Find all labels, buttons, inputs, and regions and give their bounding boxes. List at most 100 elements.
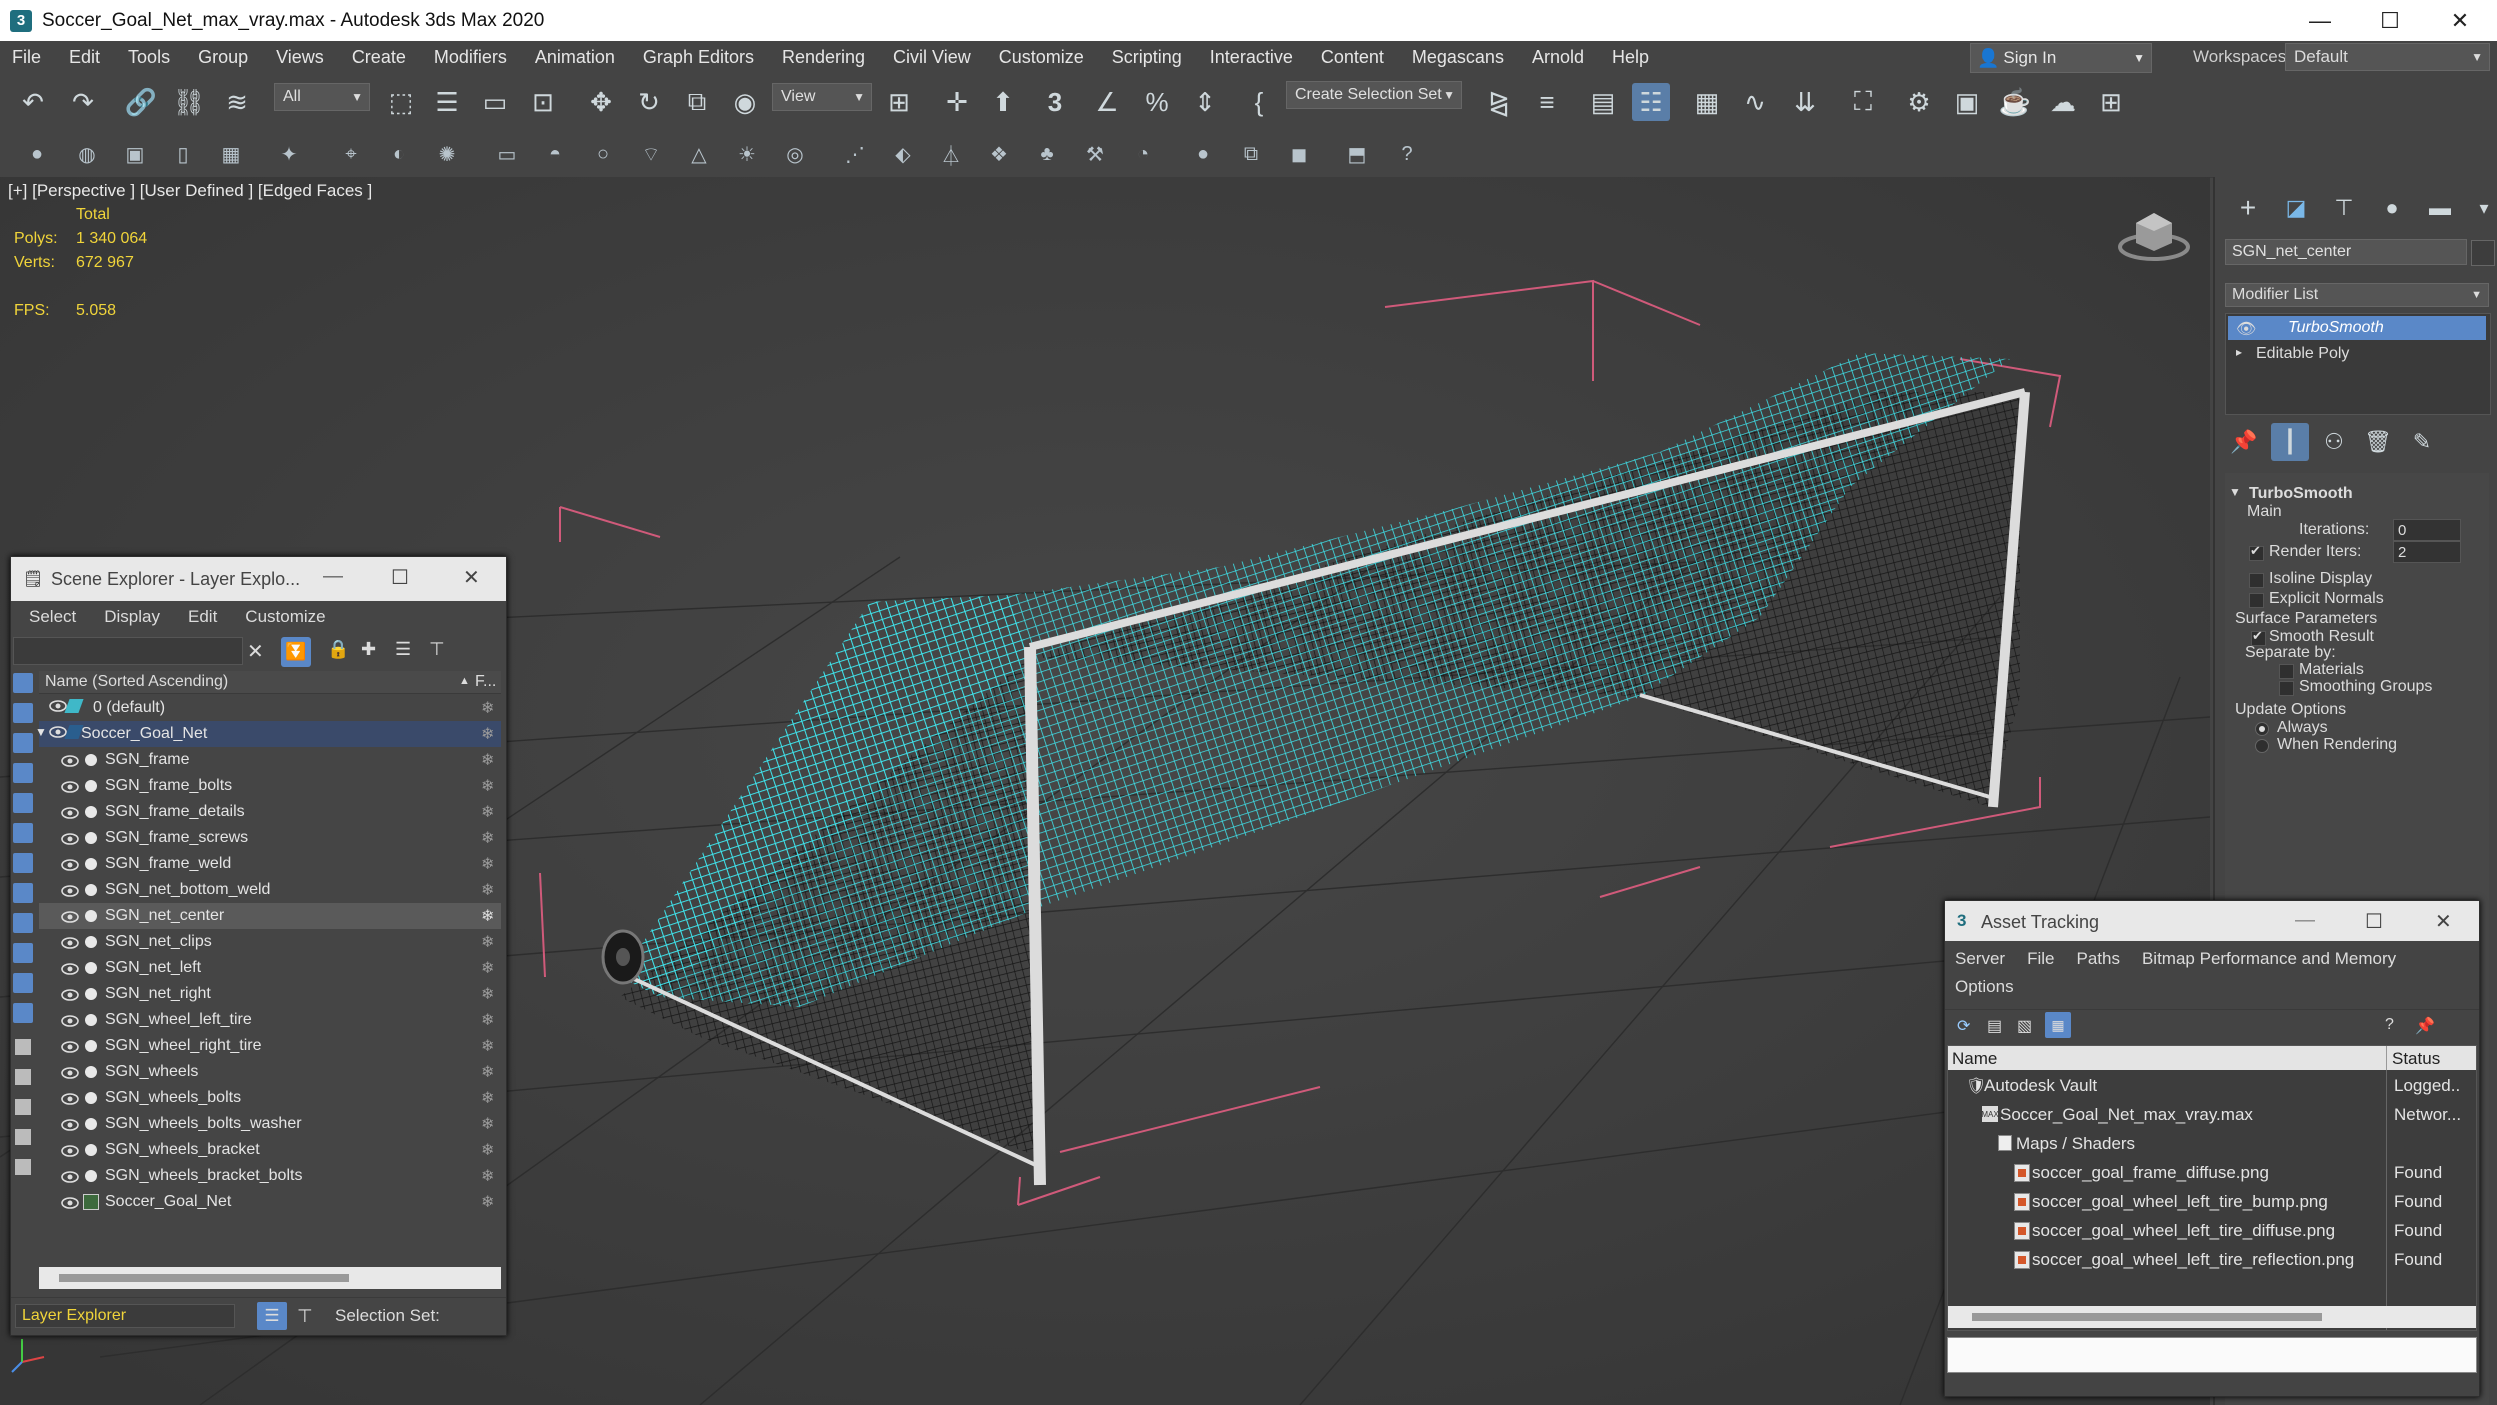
spinner-snap-icon[interactable]: ⇕ xyxy=(1186,83,1224,121)
freeze-icon[interactable]: ❄ xyxy=(481,880,494,900)
pin-stack-icon[interactable]: 📌 xyxy=(2225,423,2263,461)
redo-icon[interactable]: ↷ xyxy=(64,83,102,121)
menu-civil-view[interactable]: Civil View xyxy=(879,47,985,68)
eye-icon[interactable] xyxy=(61,858,79,871)
object-row[interactable]: SGN_net_left ❄ xyxy=(39,955,501,981)
vray-sun-icon[interactable]: ☀ xyxy=(732,139,762,169)
vray-render-icon[interactable]: ◼ xyxy=(1284,139,1314,169)
scene-search-input[interactable] xyxy=(13,637,243,665)
hierarchy-tab-icon[interactable]: ⊤ xyxy=(2325,189,2363,227)
select-manipulate-icon[interactable]: ✛ xyxy=(938,83,976,121)
render-dot-icon[interactable] xyxy=(85,884,97,896)
eye-icon[interactable] xyxy=(61,1040,79,1053)
align-icon[interactable]: ≡ xyxy=(1528,83,1566,121)
close-button[interactable]: ✕ xyxy=(2425,0,2495,41)
mirror-icon[interactable]: ⧎ xyxy=(1480,83,1518,121)
render-dot-icon[interactable] xyxy=(85,1040,97,1052)
render-dot-icon[interactable] xyxy=(85,780,97,792)
freeze-icon[interactable]: ❄ xyxy=(481,802,494,822)
render-dot-icon[interactable] xyxy=(85,1092,97,1104)
space-warp-icon[interactable]: ✺ xyxy=(432,139,462,169)
eye-icon[interactable] xyxy=(61,988,79,1001)
scene-menu-customize[interactable]: Customize xyxy=(245,607,325,627)
create-geometry-icon[interactable]: ● xyxy=(22,139,52,169)
eye-icon[interactable] xyxy=(61,910,79,923)
filter-icon[interactable]: ⏬ xyxy=(281,637,311,667)
asset-row[interactable]: MAX Soccer_Goal_Net_max_vray.max Networ.… xyxy=(1948,1101,2482,1130)
eye-icon[interactable] xyxy=(49,699,67,712)
render-dot-icon[interactable] xyxy=(85,1170,97,1182)
menu-views[interactable]: Views xyxy=(262,47,338,68)
eye-icon[interactable] xyxy=(61,1144,79,1157)
vray-proxy-icon[interactable]: ⬖ xyxy=(888,139,918,169)
render-dot-icon[interactable] xyxy=(85,1144,97,1156)
iterations-spinner[interactable]: 0 xyxy=(2393,519,2461,541)
object-row[interactable]: SGN_wheels ❄ xyxy=(39,1059,501,1085)
smoothing-groups-checkbox[interactable] xyxy=(2279,681,2294,696)
asset-row[interactable]: soccer_goal_wheel_left_tire_bump.png Fou… xyxy=(1948,1188,2482,1217)
display-influences-icon[interactable] xyxy=(15,1159,31,1175)
render-dot-icon[interactable] xyxy=(85,1014,97,1026)
eye-icon[interactable] xyxy=(61,1196,79,1209)
display-bones-icon[interactable] xyxy=(13,913,33,933)
show-end-result-icon[interactable]: ┃ xyxy=(2271,423,2309,461)
object-row[interactable]: SGN_frame_bolts ❄ xyxy=(39,773,501,799)
eye-icon[interactable] xyxy=(61,936,79,949)
render-dot-icon[interactable] xyxy=(85,910,97,922)
render-dot-icon[interactable] xyxy=(85,832,97,844)
isoline-display-checkbox[interactable] xyxy=(2249,573,2264,588)
lock-icon[interactable]: 🔒 xyxy=(327,639,349,660)
eye-icon[interactable] xyxy=(49,725,67,738)
vray-displacement-icon[interactable]: ⏃ xyxy=(936,139,966,169)
freeze-icon[interactable]: ❄ xyxy=(481,828,494,848)
freeze-icon[interactable]: ❄ xyxy=(481,1114,494,1134)
maximize-button[interactable]: ☐ xyxy=(2365,909,2383,934)
display-none-icon[interactable] xyxy=(15,1069,31,1085)
vray-spot-icon[interactable]: △ xyxy=(684,139,714,169)
display-containers-icon[interactable] xyxy=(13,943,33,963)
object-row[interactable]: SGN_net_bottom_weld ❄ xyxy=(39,877,501,903)
render-shortcuts-icon[interactable]: ⊞ xyxy=(2092,83,2130,121)
vray-ies-icon[interactable]: ⌔ xyxy=(636,139,666,169)
asset-row[interactable]: soccer_goal_frame_diffuse.png Found xyxy=(1948,1159,2482,1188)
toggle-ribbon-icon[interactable]: ▦ xyxy=(1688,83,1726,121)
asset-row[interactable]: soccer_goal_wheel_left_tire_diffuse.png … xyxy=(1948,1217,2482,1246)
asset-status-column-header[interactable]: Status xyxy=(2392,1049,2440,1069)
object-row[interactable]: SGN_frame_details ❄ xyxy=(39,799,501,825)
display-cameras-icon[interactable] xyxy=(13,763,33,783)
always-radio[interactable] xyxy=(2255,722,2269,736)
object-row[interactable]: SGN_wheels_bracket_bolts ❄ xyxy=(39,1163,501,1189)
menu-edit[interactable]: Edit xyxy=(55,47,114,68)
modifier-list-dropdown[interactable]: Modifier List ▼ xyxy=(2225,283,2489,307)
menu-scripting[interactable]: Scripting xyxy=(1098,47,1196,68)
viewport-label[interactable]: [+] [Perspective ] [User Defined ] [Edge… xyxy=(8,181,372,201)
vray-env-fog-icon[interactable]: ❖ xyxy=(984,139,1014,169)
select-by-name-icon[interactable]: ☰ xyxy=(428,83,466,121)
rollout-title[interactable]: TurboSmooth xyxy=(2249,485,2353,503)
freeze-icon[interactable]: ❄ xyxy=(481,1140,494,1160)
object-row-selected[interactable]: SGN_net_center ❄ xyxy=(39,903,501,929)
asset-horizontal-scrollbar[interactable] xyxy=(1948,1306,2476,1328)
menu-arnold[interactable]: Arnold xyxy=(1518,47,1598,68)
rendered-frame-window-icon[interactable]: ▣ xyxy=(1948,83,1986,121)
object-row[interactable]: SGN_net_right ❄ xyxy=(39,981,501,1007)
vray-decal-icon[interactable]: ⚒ xyxy=(1080,139,1110,169)
add-layer-icon[interactable]: ✚ xyxy=(361,639,376,660)
menu-content[interactable]: Content xyxy=(1307,47,1398,68)
menu-tools[interactable]: Tools xyxy=(114,47,184,68)
display-helpers-icon[interactable] xyxy=(13,793,33,813)
asset-tracking-titlebar[interactable]: 3 Asset Tracking — ☐ ✕ xyxy=(1945,901,2479,941)
scene-menu-select[interactable]: Select xyxy=(29,607,76,627)
cylinder-icon[interactable]: ▯ xyxy=(168,139,198,169)
vray-scatter-icon[interactable]: ♣ xyxy=(1032,139,1062,169)
toggle-layer-explorer-icon[interactable]: ☷ xyxy=(1632,83,1670,121)
hierarchy-icon[interactable]: ⊤ xyxy=(429,639,445,660)
asset-menu-server[interactable]: Server xyxy=(1955,949,2005,969)
eye-icon[interactable] xyxy=(61,806,79,819)
display-space-warps-icon[interactable] xyxy=(13,823,33,843)
scene-menu-display[interactable]: Display xyxy=(104,607,160,627)
object-row[interactable]: SGN_frame_screws ❄ xyxy=(39,825,501,851)
modify-tab-icon[interactable]: ◪ xyxy=(2277,189,2315,227)
display-hidden-icon[interactable] xyxy=(13,1003,33,1023)
asset-menu-file[interactable]: File xyxy=(2027,949,2054,969)
